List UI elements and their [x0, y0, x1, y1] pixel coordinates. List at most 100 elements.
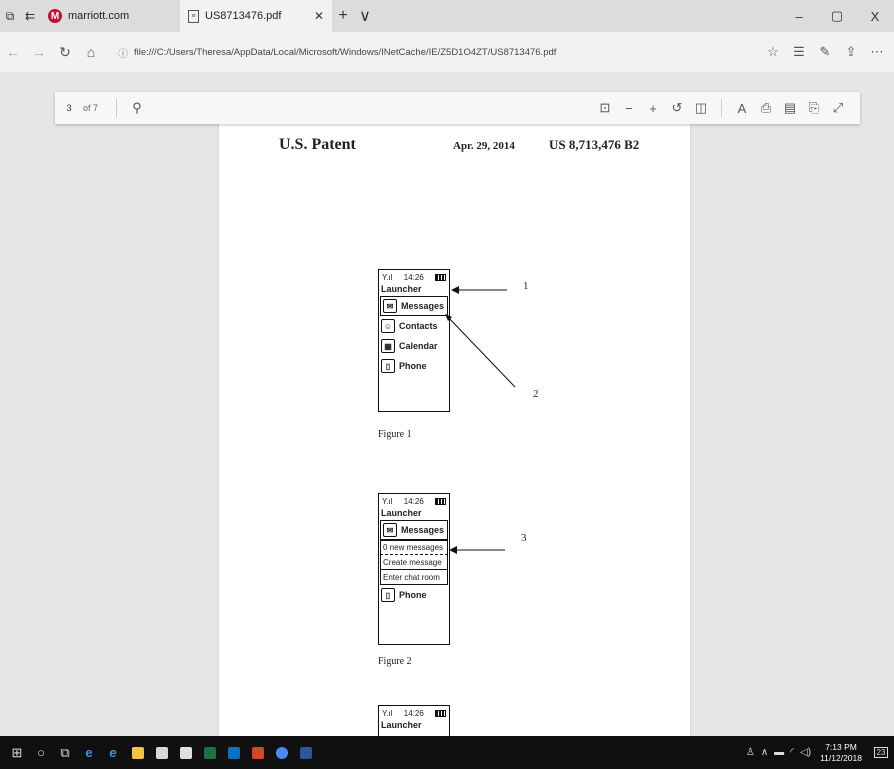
phone-figure-1: Y.ıl 14:26 Launcher ✉ Messages ☺ Contact…	[378, 269, 450, 412]
menu-item-phone: ▯ Phone	[379, 585, 449, 605]
menu-item-messages: ✉ Messages	[380, 520, 448, 540]
menu-item-label: Phone	[399, 590, 427, 600]
outlook-icon[interactable]	[228, 746, 240, 759]
navigation-bar: ← → ↻ ⌂ ⓘ file:///C:/Users/Theresa/AppDa…	[0, 32, 894, 72]
store-icon[interactable]	[156, 746, 168, 759]
menu-item-label: Messages	[401, 301, 445, 311]
browser-actions: ☆ ☰ ✎ ⇪ ⋯	[760, 32, 890, 72]
volume-icon[interactable]: ◁)	[800, 747, 811, 758]
menu-item-label: Messages	[401, 525, 445, 535]
chrome-icon[interactable]	[276, 746, 288, 759]
search-icon[interactable]: ⚲	[125, 92, 149, 124]
battery-tray-icon[interactable]: ▬	[774, 747, 784, 758]
toolbar-divider	[116, 99, 118, 117]
battery-icon	[435, 497, 446, 505]
share-icon[interactable]: ⇪	[838, 32, 864, 72]
submenu-enter-chat-room: Enter chat room	[380, 570, 448, 585]
menu-item-calendar: ▦ Calendar	[379, 336, 449, 356]
wifi-icon[interactable]: ◜	[790, 747, 794, 758]
signal-icon: Y.ıl	[382, 272, 393, 282]
site-info-icon[interactable]: ⓘ	[118, 45, 128, 60]
page-count: of 7	[83, 103, 99, 113]
more-menu-icon[interactable]: ⋯	[864, 32, 890, 72]
internet-explorer-icon[interactable]: e	[102, 736, 124, 769]
page-number-input[interactable]: 3	[55, 103, 83, 113]
pdf-toolbar-actions: ⊡ − + ↺ ◫ A ⎙ ▤ ⎘ ⤢	[593, 92, 850, 124]
toolbar-divider	[721, 99, 722, 117]
back-arrow-icon[interactable]: ←	[0, 32, 26, 72]
tab-preview-icon[interactable]: ⧉	[0, 0, 20, 32]
close-window-button[interactable]: X	[856, 0, 894, 32]
edge-browser-icon[interactable]: e	[78, 736, 100, 769]
tab-dropdown-button[interactable]: ∨	[354, 0, 376, 32]
save-as-icon[interactable]: ⎘	[802, 92, 826, 124]
menu-item-phone: ▯ Phone	[379, 356, 449, 376]
pdf-page: U.S. Patent Apr. 29, 2014 US 8,713,476 B…	[219, 124, 690, 736]
taskbar: ⊞ ○ ⧉ e e ♙ ∧ ▬ ◜ ◁) 7:13 PM 11/12/2018 …	[0, 736, 894, 769]
status-bar: Y.ıl 14:26	[379, 270, 449, 284]
pdf-viewer: 3 of 7 ⚲ ⊡ − + ↺ ◫ A ⎙ ▤ ⎘ ⤢ U.S. Patent…	[0, 72, 894, 736]
phone-screen-title: Launcher	[381, 720, 422, 730]
favorites-list-icon[interactable]: ☰	[786, 32, 812, 72]
menu-item-label: Calendar	[399, 341, 438, 351]
tab-marriott[interactable]: M marriott.com	[40, 0, 180, 32]
new-tab-button[interactable]: +	[332, 0, 354, 32]
pdf-document-icon: ≡	[188, 9, 199, 23]
fit-to-page-icon[interactable]: ⊡	[593, 92, 617, 124]
page-view-icon[interactable]: ◫	[689, 92, 713, 124]
forward-arrow-icon[interactable]: →	[26, 32, 52, 72]
figure-caption: Figure 2	[378, 656, 412, 667]
submenu-create-message: Create message	[380, 555, 448, 570]
phone-icon: ▯	[381, 359, 395, 373]
rotate-icon[interactable]: ↺	[665, 92, 689, 124]
zoom-in-icon[interactable]: +	[641, 92, 665, 124]
refresh-icon[interactable]: ↻	[52, 32, 78, 72]
tab-pdf[interactable]: ≡ US8713476.pdf ✕	[180, 0, 332, 32]
status-time: 14:26	[403, 496, 424, 506]
show-hidden-icons-chevron-icon[interactable]: ∧	[761, 747, 768, 758]
phone-screen-title: Launcher	[381, 284, 422, 294]
excel-icon[interactable]	[204, 746, 216, 759]
callout-arrows	[445, 286, 516, 554]
favorite-star-icon[interactable]: ☆	[760, 32, 786, 72]
battery-icon	[435, 709, 446, 717]
status-bar: Y.ıl 14:26	[379, 494, 449, 508]
tab-title: US8713476.pdf	[205, 10, 282, 22]
powerpoint-icon[interactable]	[252, 746, 264, 759]
calendar-icon: ▦	[381, 339, 395, 353]
web-note-icon[interactable]: ✎	[812, 32, 838, 72]
menu-item-contacts: ☺ Contacts	[379, 316, 449, 336]
taskbar-clock[interactable]: 7:13 PM 11/12/2018	[820, 742, 862, 764]
clock-time: 7:13 PM	[825, 741, 857, 752]
fullscreen-icon[interactable]: ⤢	[826, 92, 850, 124]
print-icon[interactable]: ⎙	[754, 92, 778, 124]
close-tab-icon[interactable]: ✕	[314, 9, 324, 23]
status-time: 14:26	[403, 708, 424, 718]
home-icon[interactable]: ⌂	[78, 32, 104, 72]
submenu-new-messages: 0 new messages	[380, 540, 448, 555]
people-icon[interactable]: ♙	[746, 747, 755, 758]
save-icon[interactable]: ▤	[778, 92, 802, 124]
zoom-out-icon[interactable]: −	[617, 92, 641, 124]
system-tray: ♙ ∧ ▬ ◜ ◁) 7:13 PM 11/12/2018 23	[743, 736, 894, 769]
restore-button[interactable]: ▢	[818, 0, 856, 32]
patent-number: US 8,713,476 B2	[549, 137, 640, 152]
mail-icon[interactable]	[180, 746, 192, 759]
callout-number: 3	[521, 532, 527, 544]
start-windows-icon[interactable]: ⊞	[6, 736, 28, 769]
set-aside-tabs-icon[interactable]: ⇇	[20, 0, 40, 32]
signal-icon: Y.ıl	[382, 496, 393, 506]
action-center-icon[interactable]: 23	[868, 736, 894, 769]
address-bar[interactable]: ⓘ file:///C:/Users/Theresa/AppData/Local…	[118, 45, 738, 60]
messages-icon: ✉	[383, 299, 397, 313]
minimize-button[interactable]: –	[780, 0, 818, 32]
file-explorer-icon[interactable]	[132, 746, 144, 759]
url-text: file:///C:/Users/Theresa/AppData/Local/M…	[134, 46, 557, 58]
cortana-search-icon[interactable]: ○	[30, 736, 52, 769]
word-icon[interactable]	[300, 746, 312, 759]
read-aloud-icon[interactable]: A	[730, 92, 754, 124]
window-controls: – ▢ X	[780, 0, 894, 32]
task-view-icon[interactable]: ⧉	[54, 736, 76, 769]
figure-caption: Figure 1	[378, 429, 412, 440]
signal-icon: Y.ıl	[382, 708, 393, 718]
